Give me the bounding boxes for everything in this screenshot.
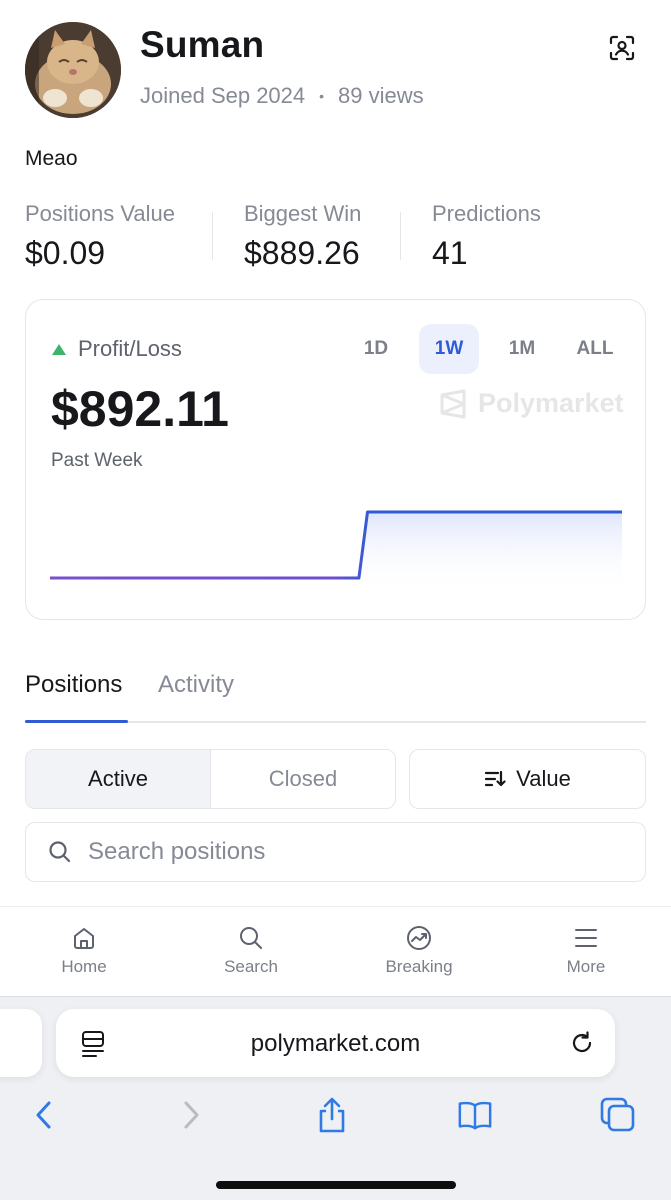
menu-icon (575, 929, 597, 947)
share-icon (319, 1097, 345, 1133)
stat-divider (212, 212, 213, 260)
chevron-right-icon (184, 1101, 199, 1129)
tab-positions[interactable]: Positions (25, 671, 122, 699)
range-1m[interactable]: 1M (492, 324, 552, 374)
stat-positions-value: Positions Value $0.09 (25, 201, 175, 272)
nav-search[interactable]: Search (191, 925, 311, 977)
stat-divider (400, 212, 401, 260)
sort-icon (485, 770, 506, 787)
reload-icon[interactable] (568, 1029, 596, 1057)
back-button[interactable] (26, 1097, 62, 1133)
range-all[interactable]: ALL (565, 324, 625, 374)
stat-label: Biggest Win (244, 201, 362, 226)
profit-loss-chart (50, 510, 622, 592)
stat-label: Predictions (432, 201, 541, 226)
profile-meta: Joined Sep 2024 • 89 views (140, 83, 424, 109)
trend-up-icon (52, 343, 66, 355)
search-icon (49, 841, 71, 863)
profile-name: Suman (140, 24, 265, 65)
browser-toolbar: polymarket.com (0, 996, 671, 1200)
tabs-icon (600, 1097, 635, 1132)
polymarket-logo-icon (440, 389, 466, 418)
nav-breaking[interactable]: Breaking (359, 925, 479, 977)
profit-loss-value: $892.11 (51, 381, 229, 437)
stat-value: $0.09 (25, 235, 106, 271)
chart-area-fill (50, 512, 622, 592)
view-count: 89 views (338, 83, 424, 108)
active-tab-indicator (25, 720, 128, 723)
nav-label: Search (224, 957, 278, 976)
polymarket-watermark: Polymarket (438, 388, 624, 419)
tabs-button[interactable] (600, 1097, 636, 1133)
segment-closed[interactable]: Closed (211, 750, 395, 808)
profile-bio: Meao (25, 147, 78, 170)
previous-tab-peek[interactable] (0, 1009, 42, 1077)
tab-activity[interactable]: Activity (158, 671, 234, 699)
profit-loss-label: Profit/Loss (78, 336, 182, 361)
bottom-nav: Home Search Breaking More (0, 906, 671, 996)
sort-button[interactable]: Value (409, 749, 646, 809)
nav-label: Home (61, 957, 107, 976)
chevron-left-icon (36, 1101, 51, 1129)
range-selector: 1D 1W 1M ALL (346, 324, 638, 374)
address-bar[interactable]: polymarket.com (56, 1009, 615, 1077)
range-1w[interactable]: 1W (419, 324, 479, 374)
home-indicator (216, 1181, 456, 1189)
joined-date: Joined Sep 2024 (140, 83, 306, 108)
stat-label: Positions Value (25, 201, 176, 226)
stat-value: $889.26 (244, 235, 360, 271)
forward-button[interactable] (173, 1097, 209, 1133)
range-1d[interactable]: 1D (346, 324, 406, 374)
stat-biggest-win: Biggest Win $889.26 (244, 201, 361, 272)
search-input[interactable] (88, 838, 588, 866)
profit-loss-card: Profit/Loss 1D 1W 1M ALL $892.11 Past We… (25, 299, 646, 620)
profit-loss-title: Profit/Loss (52, 336, 182, 362)
bookmarks-button[interactable] (457, 1097, 493, 1133)
cat-avatar-image (25, 22, 121, 118)
search-icon (240, 927, 262, 949)
trending-icon (407, 926, 431, 950)
nav-home[interactable]: Home (24, 925, 144, 977)
book-icon (458, 1101, 492, 1130)
nav-label: Breaking (385, 957, 453, 976)
url-text: polymarket.com (250, 1030, 421, 1057)
status-segmented-control: Active Closed (25, 749, 396, 809)
profile-scan-button[interactable] (604, 30, 640, 66)
nav-more[interactable]: More (526, 925, 646, 977)
user-scan-icon (609, 35, 635, 61)
avatar (25, 22, 121, 118)
sort-label: Value (516, 766, 571, 791)
meta-separator: • (319, 88, 325, 104)
stat-predictions: Predictions 41 (432, 201, 541, 272)
home-icon (74, 928, 94, 949)
search-positions-field[interactable] (25, 822, 646, 882)
profit-loss-period: Past Week (51, 450, 143, 471)
stat-value: 41 (432, 235, 468, 271)
share-button[interactable] (314, 1097, 350, 1133)
nav-label: More (566, 957, 606, 976)
segment-active[interactable]: Active (26, 750, 211, 808)
watermark-text: Polymarket (478, 388, 624, 418)
